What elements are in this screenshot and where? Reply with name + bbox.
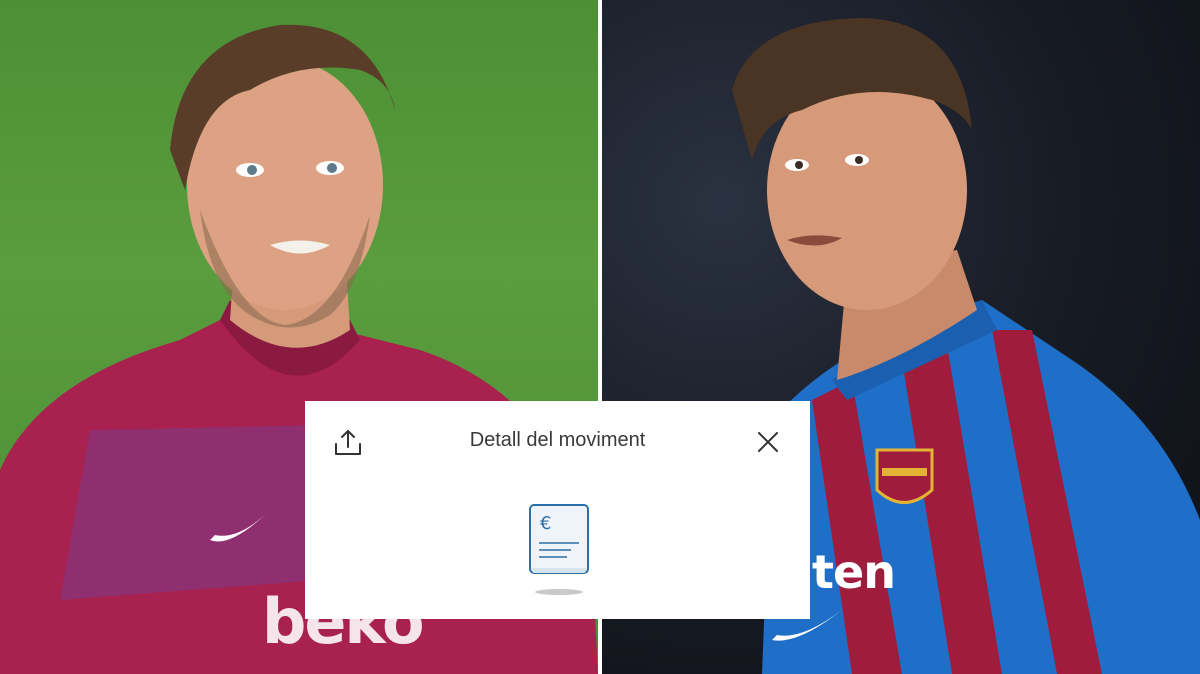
modal-header: Detall del moviment [305, 401, 810, 481]
close-button[interactable] [755, 429, 781, 455]
right-sponsor-text: ten [812, 545, 896, 599]
modal-title: Detall del moviment [469, 429, 646, 451]
euro-receipt-icon: € [527, 502, 591, 598]
movement-detail-modal: Detall del moviment € [305, 401, 810, 619]
close-icon [758, 432, 778, 452]
euro-symbol: € [540, 513, 551, 534]
